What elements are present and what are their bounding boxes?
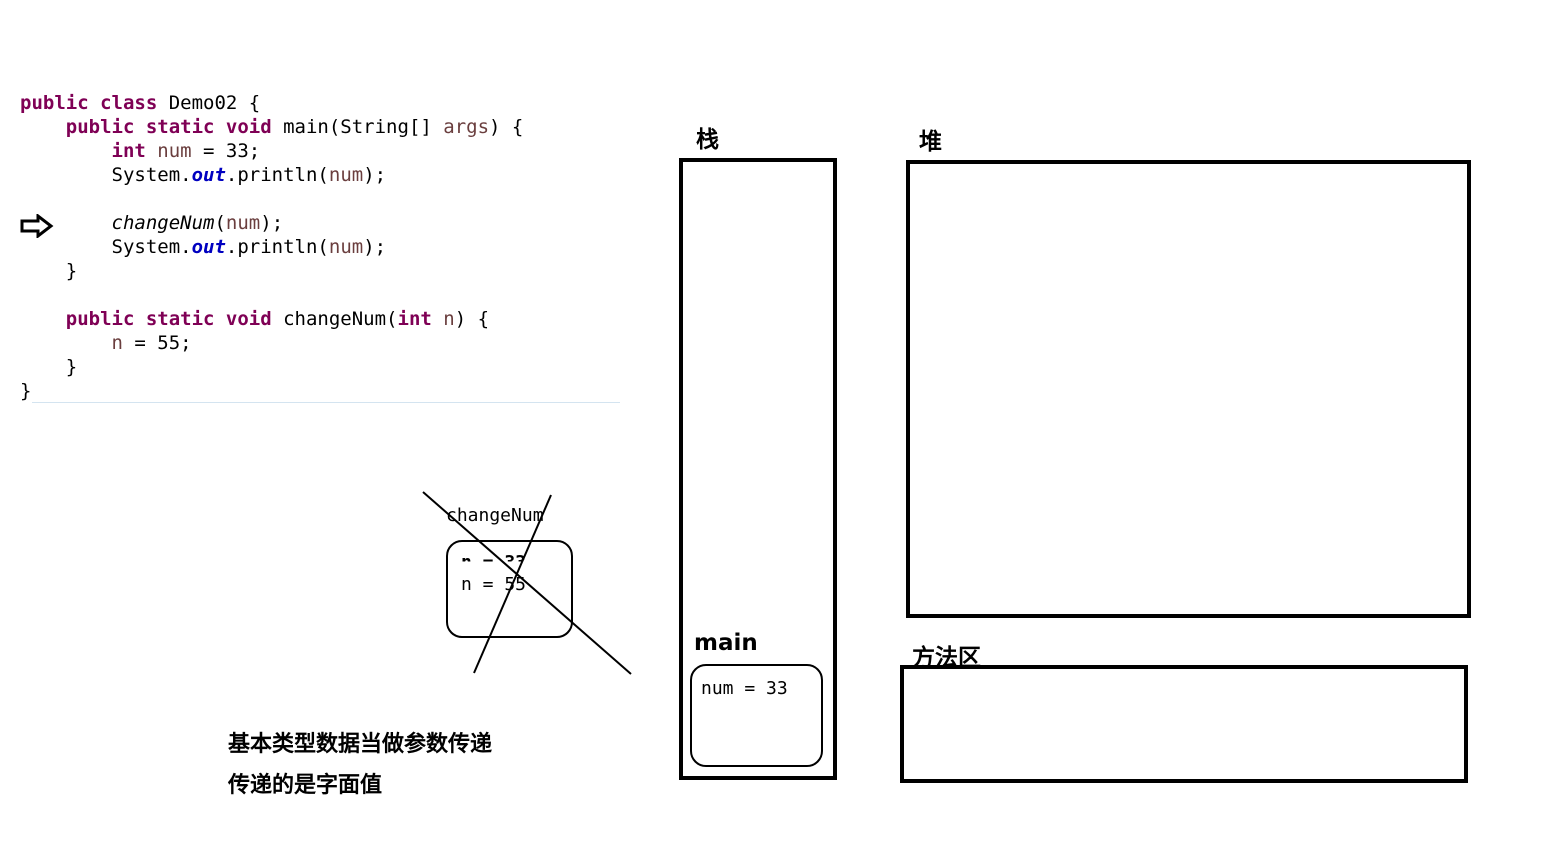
note-line-1: 基本类型数据当做参数传递 bbox=[228, 732, 493, 757]
note-line-2: 传递的是字面值 bbox=[228, 773, 383, 798]
cross-out-line-1 bbox=[422, 491, 632, 675]
cross-out-line-2 bbox=[473, 494, 552, 674]
